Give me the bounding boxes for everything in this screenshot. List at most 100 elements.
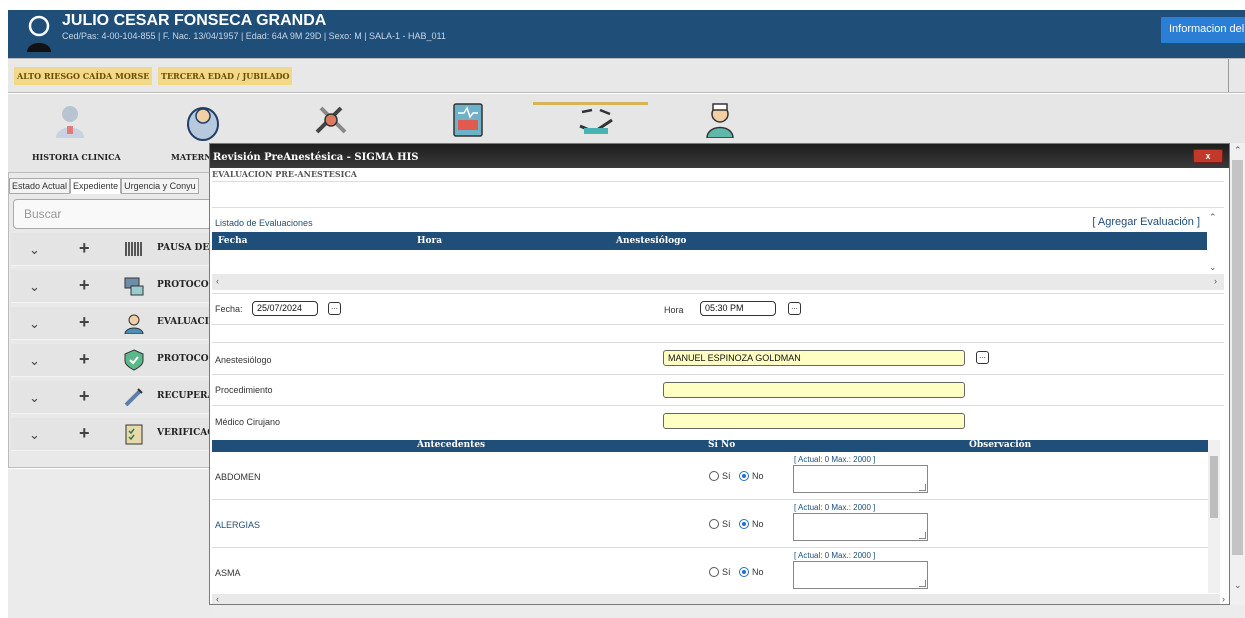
evaluations-list-label: Listado de Evaluaciones: [215, 218, 313, 228]
tab-expediente[interactable]: Expediente: [70, 178, 122, 194]
scroll-up-icon[interactable]: ⌃: [1234, 145, 1242, 156]
list-item[interactable]: ⌄ + RECUPERA: [11, 381, 214, 414]
scroll-down-icon[interactable]: ⌄: [1209, 262, 1217, 273]
syringe-icon: [124, 388, 143, 407]
observation-textarea[interactable]: [793, 513, 928, 541]
radio-no[interactable]: [739, 470, 750, 481]
scroll-right-icon[interactable]: ›: [1214, 276, 1217, 286]
column-header-fecha[interactable]: Fecha: [218, 236, 247, 246]
barcode-icon: [125, 242, 142, 256]
alerts-bar: ALTO RIESGO CAÍDA MORSE TERCERA EDAD / J…: [8, 58, 1245, 93]
cirujano-field[interactable]: [663, 413, 965, 429]
plus-icon[interactable]: +: [79, 238, 90, 259]
list-item[interactable]: ⌄ + VERIFICAC: [11, 418, 214, 451]
monitor-icon: [453, 103, 483, 137]
plus-icon[interactable]: +: [79, 312, 90, 333]
chevron-down-icon[interactable]: ⌄: [29, 242, 40, 258]
scrollbar-thumb[interactable]: [1232, 160, 1243, 555]
fecha-picker-button[interactable]: ...: [328, 302, 341, 315]
alert-badge-elderly: TERCERA EDAD / JUBILADO: [158, 67, 293, 85]
close-button[interactable]: x: [1193, 149, 1223, 163]
hora-picker-button[interactable]: ...: [788, 302, 801, 315]
toolbar-maternidad[interactable]: [183, 102, 223, 145]
left-tabs: Estado Actual Expediente Urgencia y Conyu: [9, 178, 199, 194]
scroll-up-icon[interactable]: ⌃: [1209, 212, 1217, 223]
divider: [212, 293, 1224, 294]
divider: [212, 342, 1224, 343]
plus-icon[interactable]: +: [79, 423, 90, 444]
radio-si[interactable]: [709, 518, 719, 529]
char-counter: [ Actual: 0 Max.: 2000 ]: [794, 455, 876, 464]
scroll-left-icon[interactable]: ‹: [216, 594, 219, 604]
toolbar-surgery[interactable]: [313, 102, 349, 141]
procedimiento-field[interactable]: [663, 382, 965, 398]
divider: [212, 207, 1224, 208]
search-input[interactable]: Buscar: [13, 199, 213, 229]
scroll-down-icon[interactable]: ⌄: [1234, 580, 1242, 591]
anesthesia-icon: [579, 108, 613, 134]
list-item[interactable]: ⌄ + PAUSA DE S: [11, 233, 219, 266]
protocol-icon: [124, 277, 144, 296]
table-row: ASMA Sí No [ Actual: 0 Max.: 2000 ]: [212, 548, 1209, 596]
radio-no[interactable]: [739, 518, 750, 529]
surgery-tools-icon: [315, 106, 347, 134]
chevron-down-icon[interactable]: ⌄: [29, 427, 40, 443]
plus-icon[interactable]: +: [79, 275, 90, 296]
toolbar-label-historia: HISTORIA CLINICA: [32, 152, 121, 162]
patient-avatar-icon: [27, 15, 51, 52]
observation-textarea[interactable]: [793, 561, 928, 589]
plus-icon[interactable]: +: [79, 386, 90, 407]
antecedentes-horizontal-scrollbar[interactable]: ‹: [212, 594, 1220, 604]
hora-label: Hora: [664, 305, 684, 315]
grid-horizontal-scrollbar[interactable]: ‹ ›: [212, 274, 1224, 290]
hora-field[interactable]: 05:30 PM: [700, 301, 776, 316]
active-tab-indicator: [533, 102, 648, 105]
chevron-down-icon[interactable]: ⌄: [29, 390, 40, 406]
chevron-down-icon[interactable]: ⌄: [29, 279, 40, 295]
column-header-si-no: Sí No: [708, 440, 736, 450]
anestesiologo-field[interactable]: MANUEL ESPINOZA GOLDMAN: [663, 350, 965, 366]
column-header-anestesiologo[interactable]: Anestesiólogo: [616, 236, 686, 246]
column-header-observacion: Observación: [969, 440, 1032, 450]
list-item[interactable]: ⌄ + EVALUACIO: [11, 307, 217, 340]
preanesthetic-modal: Revisión PreAnestésica - SIGMA HIS x EVA…: [209, 143, 1230, 605]
cirujano-label: Médico Cirujano: [215, 417, 281, 427]
scrollbar-thumb[interactable]: [1210, 456, 1218, 518]
table-row: ALERGIAS Sí No [ Actual: 0 Max.: 2000 ]: [212, 500, 1209, 548]
antecedente-name[interactable]: ALERGIAS: [215, 520, 260, 530]
radio-no[interactable]: [739, 566, 750, 577]
tab-estado-actual[interactable]: Estado Actual: [9, 178, 71, 194]
toolbar-anesthesia[interactable]: [576, 102, 616, 141]
scroll-left-icon[interactable]: ‹: [216, 276, 219, 286]
divider: [212, 324, 1224, 325]
doctor-icon: [56, 106, 84, 138]
plus-icon[interactable]: +: [79, 349, 90, 370]
column-header-hora[interactable]: Hora: [417, 236, 442, 246]
toolbar-monitor[interactable]: [452, 102, 484, 141]
list-item[interactable]: ⌄ + PROTOCOL: [11, 344, 215, 377]
alert-badge-fall-risk: ALTO RIESGO CAÍDA MORSE: [14, 67, 153, 85]
baby-icon: [187, 107, 219, 141]
left-panel-footer: [8, 469, 213, 618]
anestesiologo-search-button[interactable]: ...: [976, 351, 989, 364]
toolbar-nurse[interactable]: [705, 102, 735, 141]
patient-info-button[interactable]: Informacion del: [1161, 17, 1245, 43]
tab-urgencia[interactable]: Urgencia y Conyu: [121, 178, 199, 194]
radio-group: Sí No: [709, 566, 764, 578]
patient-info: Ced/Pas: 4-00-104-855 | F. Nac. 13/04/19…: [62, 31, 446, 41]
list-item-label: PROTOCOL: [157, 280, 215, 290]
observation-textarea[interactable]: [793, 465, 928, 493]
toolbar-historia-clinica[interactable]: [53, 102, 87, 141]
list-item-label: VERIFICAC: [157, 428, 215, 438]
radio-si[interactable]: [709, 566, 719, 577]
list-item[interactable]: ⌄ + PROTOCOL: [11, 270, 215, 303]
chevron-down-icon[interactable]: ⌄: [29, 353, 40, 369]
table-row: ABDOMEN Sí No [ Actual: 0 Max.: 2000 ]: [212, 452, 1209, 500]
fecha-field[interactable]: 25/07/2024: [252, 301, 318, 316]
chevron-down-icon[interactable]: ⌄: [29, 316, 40, 332]
scroll-right-icon[interactable]: ›: [1222, 594, 1225, 604]
modal-subheading: EVALUACION PRE-ANESTESICA: [212, 169, 357, 179]
radio-si[interactable]: [709, 470, 719, 481]
add-evaluation-link[interactable]: [ Agregar Evaluación ]: [1092, 216, 1200, 228]
list-item-label: RECUPERA: [157, 391, 215, 401]
